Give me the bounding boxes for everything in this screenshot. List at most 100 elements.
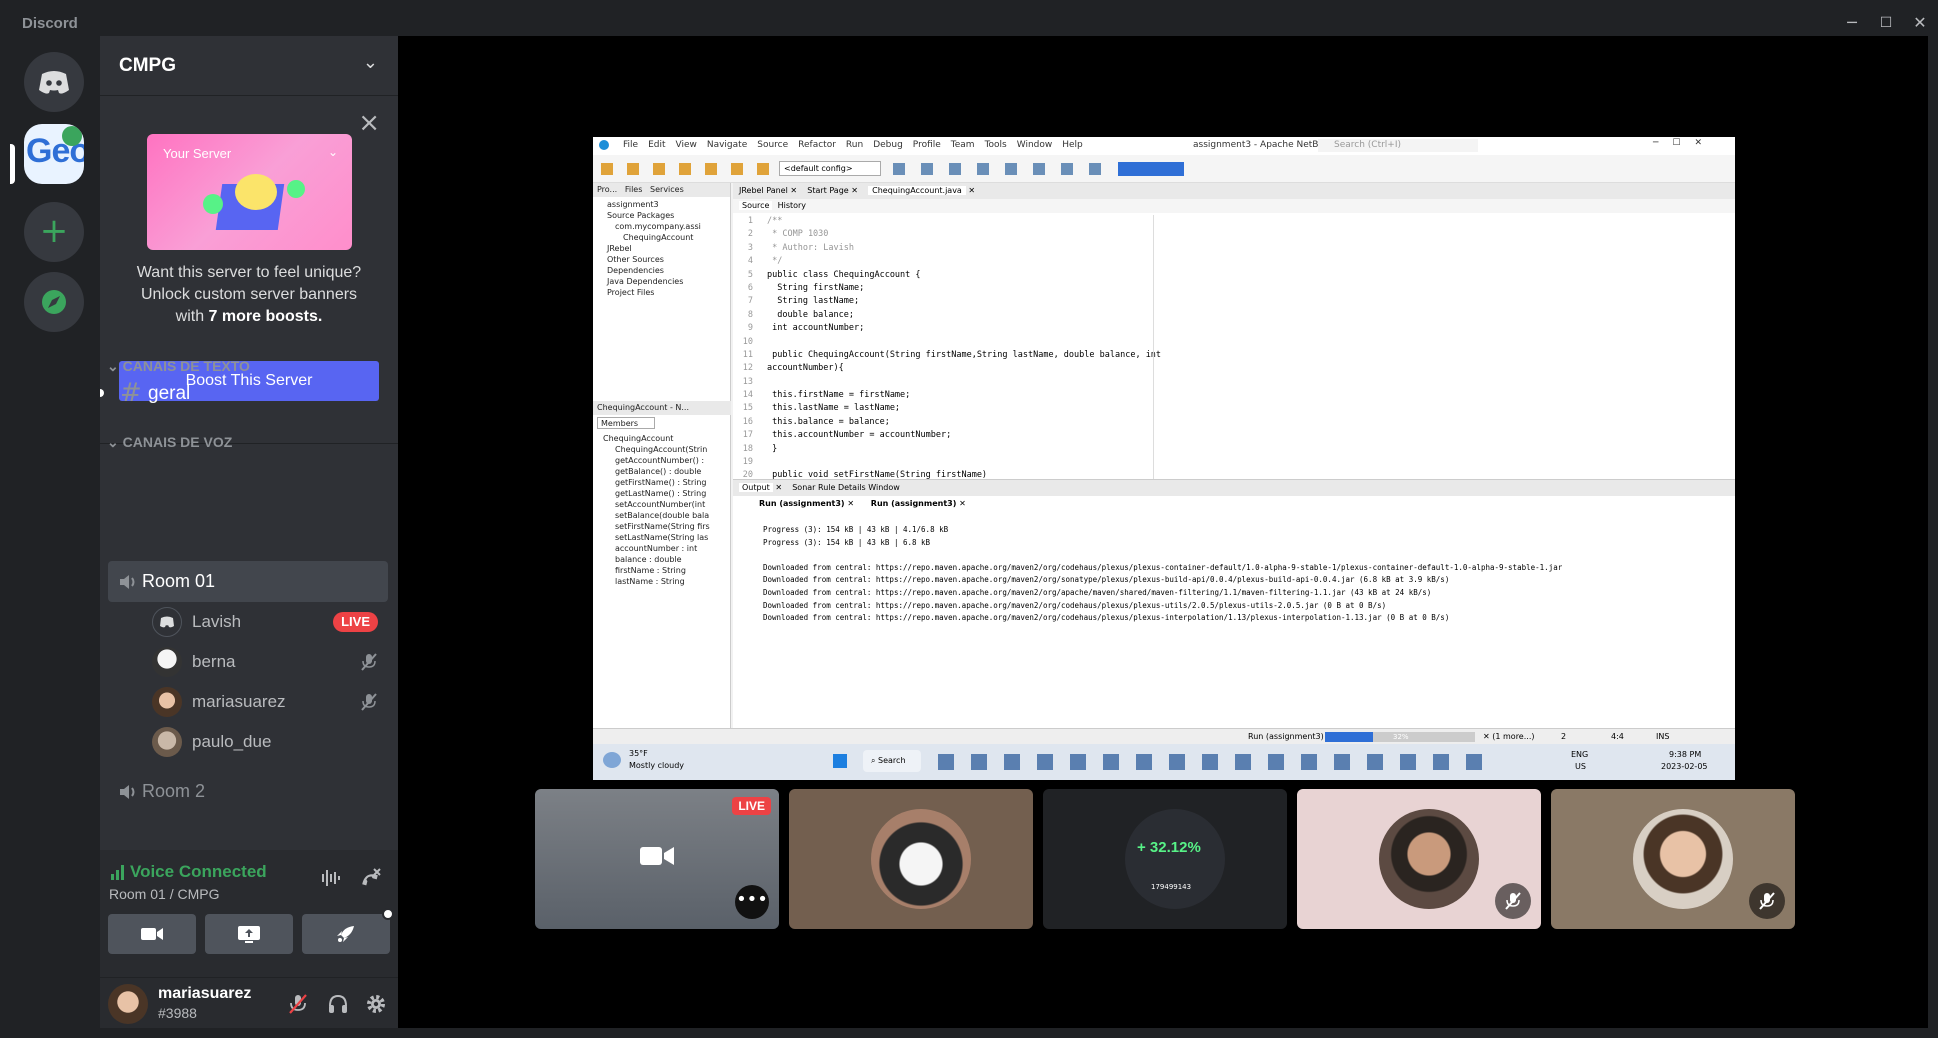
more-options-button[interactable]: ••• — [735, 885, 769, 919]
voice-channel-room-01[interactable]: Room 01 — [108, 562, 388, 602]
close-icon[interactable]: × — [358, 110, 380, 136]
avatar — [152, 687, 182, 717]
category-label: CANAIS DE TEXTO — [122, 358, 250, 374]
taskbar-search: ⌕ Search — [863, 750, 921, 772]
navigator-item: firstName : String — [615, 566, 686, 575]
avatar-id: 179499143 — [1151, 883, 1192, 891]
channel-name: geral — [148, 383, 191, 404]
config-dropdown: <default config> — [779, 161, 881, 176]
live-badge: LIVE — [732, 797, 771, 815]
project-tab: Services — [650, 185, 684, 194]
output-line: Downloaded from central: https://repo.ma… — [763, 587, 1432, 597]
mic-muted-icon — [361, 693, 377, 711]
participant-tile-user[interactable] — [1297, 789, 1541, 929]
line-text: } — [767, 443, 778, 454]
home-button[interactable] — [24, 52, 84, 112]
add-server-button[interactable]: + — [24, 202, 84, 262]
project-tree: assignment3 Source Packages com.mycompany.… — [593, 197, 730, 298]
output-tabs: Output ✕ Sonar Rule Details Window — [733, 480, 1735, 496]
output-line: Progress (3): 154 kB | 43 kB | 6.8 kB — [763, 537, 931, 547]
avatar[interactable] — [108, 984, 148, 1024]
line-text: String lastName; — [767, 296, 860, 307]
code-line: 13 — [733, 376, 1735, 389]
output-line: Progress (3): 154 kB | 43 kB | 4.1/6.8 k… — [763, 525, 949, 534]
confetti-shape — [287, 180, 305, 198]
line-text: String firstName; — [767, 282, 865, 293]
code-line: 17 this.accountNumber = accountNumber; — [733, 429, 1735, 442]
shared-screen[interactable]: File Edit View Navigate Source Refactor Run Deb… — [593, 137, 1735, 780]
channel-geral[interactable]: # geral — [100, 374, 388, 414]
participant-tile-mariasuarez[interactable] — [1551, 789, 1795, 929]
maximize-button[interactable]: ☐ — [1869, 12, 1903, 34]
video-camera-icon — [640, 847, 674, 865]
category-text-channels[interactable]: ⌄ CANAIS DE TEXTO — [107, 358, 250, 375]
disconnect-icon[interactable] — [356, 866, 382, 890]
navigator-item: getAccountNumber() : — [615, 456, 705, 465]
voice-channel-room-2[interactable]: Room 2 — [108, 772, 388, 812]
voice-connected-channel[interactable]: Room 01 / CMPG — [109, 886, 219, 902]
chevron-down-icon: ⌄ — [107, 434, 123, 450]
participant-tile-paulo-due[interactable]: + 32.12% 179499143 — [1043, 789, 1287, 929]
navigator-tree: ChequingAccount ChequingAccount(Strin getA… — [603, 433, 710, 587]
code-line: 16 this.balance = balance; — [733, 416, 1735, 429]
taskbar-region: US — [1575, 762, 1586, 771]
line-number: 15 — [742, 403, 753, 414]
participant-tile-berna[interactable] — [789, 789, 1033, 929]
tree-item: com.mycompany.assi — [615, 222, 701, 231]
weather-desc: Mostly cloudy — [629, 761, 684, 770]
line-text: * COMP 1030 — [767, 229, 829, 240]
mic-muted-icon[interactable] — [286, 992, 310, 1016]
selected-server-indicator — [10, 144, 15, 184]
menu-item: View — [675, 140, 697, 150]
boost-text-with: with — [175, 308, 209, 325]
participant-tile-lavish[interactable]: LIVE ••• — [535, 789, 779, 929]
category-voice-channels[interactable]: ⌄ CANAIS DE VOZ — [107, 434, 232, 451]
line-number: 2 — [747, 229, 753, 240]
navigator-item: setLastName(String las — [615, 533, 709, 542]
discord-logo-icon — [160, 616, 174, 628]
gear-icon[interactable] — [364, 992, 388, 1016]
voice-connected-title[interactable]: Voice Connected — [130, 862, 267, 882]
menu-item: File — [623, 140, 639, 150]
navigator-item: accountNumber : int — [615, 544, 698, 553]
navigator-item: balance : double — [615, 555, 682, 564]
headphones-icon[interactable] — [326, 992, 350, 1016]
avatar — [1379, 809, 1479, 909]
chevron-down-icon: ⌄ — [362, 52, 378, 73]
camera-button[interactable] — [108, 914, 196, 954]
menu-item: Run — [845, 140, 864, 150]
code-line: 2 * COMP 1030 — [733, 228, 1735, 241]
voice-user-mariasuarez[interactable]: mariasuarez — [152, 684, 388, 720]
code-line: 1 /** — [733, 215, 1735, 228]
output-panel: Output ✕ Sonar Rule Details Window Run (… — [733, 479, 1735, 729]
navigator-item: getFirstName() : String — [615, 478, 707, 487]
navigator-item: getBalance() : double — [615, 467, 702, 476]
activities-button[interactable] — [302, 908, 394, 954]
explore-servers-button[interactable] — [24, 272, 84, 332]
navigator-item: lastName : String — [615, 577, 685, 586]
line-number: 18 — [742, 443, 753, 454]
boost-count: 7 more boosts. — [208, 308, 323, 325]
noise-suppression-icon[interactable] — [316, 866, 342, 890]
share-screen-button[interactable] — [205, 914, 293, 954]
status-run: Run (assignment3) — [1248, 732, 1324, 741]
tree-item: Project Files — [607, 288, 655, 297]
close-button[interactable]: ✕ — [1903, 12, 1937, 34]
stream-stage: File Edit View Navigate Source Refactor Run Deb… — [398, 36, 1928, 1028]
boost-text-line: Want this server to feel unique? — [136, 264, 362, 281]
menu-item: Tools — [984, 140, 1007, 150]
tree-item: Other Sources — [607, 255, 664, 264]
voice-user-berna[interactable]: berna — [152, 644, 388, 680]
server-header[interactable]: CMPG ⌄ — [100, 36, 398, 96]
server-icon-cmpg[interactable]: Georg — [24, 124, 84, 184]
navigator-item: setAccountNumber(int — [615, 500, 706, 509]
boost-description: Want this server to feel unique? Unlock … — [110, 262, 388, 328]
muted-indicator — [1749, 883, 1785, 919]
output-tab: Output — [739, 483, 773, 492]
voice-user-paulo-due[interactable]: paulo_due — [152, 724, 388, 760]
minimize-button[interactable]: ─ — [1835, 12, 1869, 34]
compass-icon — [42, 290, 66, 314]
voice-user-lavish[interactable]: Lavish LIVE — [152, 604, 388, 640]
code-line: 3 * Author: Lavish — [733, 242, 1735, 255]
